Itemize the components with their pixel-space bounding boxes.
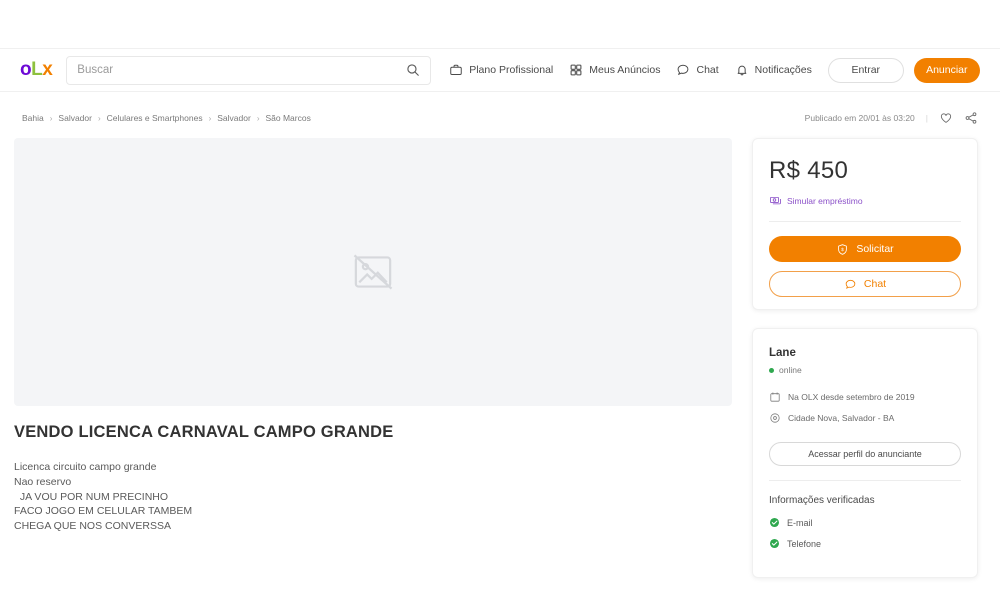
broken-image-icon xyxy=(353,254,393,290)
verified-info-title: Informações verificadas xyxy=(769,495,875,506)
olx-logo[interactable]: oLx xyxy=(20,59,53,81)
chat-bubble-icon xyxy=(845,279,856,289)
logo-letter-o: o xyxy=(20,59,32,80)
breadcrumb-item-1[interactable]: Salvador xyxy=(58,113,92,123)
meta-divider: | xyxy=(925,113,928,123)
seller-profile-button[interactable]: Acessar perfil do anunciante xyxy=(769,442,961,466)
seller-name: Lane xyxy=(769,347,796,359)
nav-item-plano-profissional[interactable]: Plano Profissional xyxy=(449,63,553,77)
nav-label: Chat xyxy=(696,64,719,76)
request-button[interactable]: $ Solicitar xyxy=(769,236,961,262)
simulate-loan-link[interactable]: Simular empréstimo xyxy=(769,194,961,207)
ad-meta: Publicado em 20/01 às 03:20 | xyxy=(805,111,978,125)
breadcrumb-separator: › xyxy=(97,113,101,123)
breadcrumb: Bahia › Salvador › Celulares e Smartphon… xyxy=(22,113,311,123)
chat-bubble-icon xyxy=(678,64,689,76)
bell-icon xyxy=(737,65,747,76)
breadcrumb-item-0[interactable]: Bahia xyxy=(22,113,44,123)
price-card-divider xyxy=(769,221,961,222)
chat-button[interactable]: Chat xyxy=(769,271,961,297)
calendar-icon xyxy=(770,392,780,402)
seller-card-divider xyxy=(769,480,961,481)
seller-location: Cidade Nova, Salvador - BA xyxy=(769,412,961,424)
verified-item-telefone: Telefone xyxy=(769,538,961,549)
nav-label: Notificações xyxy=(754,64,812,76)
search-icon[interactable] xyxy=(406,63,420,77)
verified-item-label: Telefone xyxy=(787,538,822,549)
ad-image-gallery[interactable] xyxy=(14,138,732,406)
seller-member-since: Na OLX desde setembro de 2019 xyxy=(769,391,961,403)
status-dot-icon xyxy=(769,367,774,373)
chat-button-label: Chat xyxy=(863,278,887,290)
nav-item-meus-anuncios[interactable]: Meus Anúncios xyxy=(569,63,660,77)
olx-ad-page: oLx Plano Profissional Meus A xyxy=(0,0,1000,600)
verified-item-label: E-mail xyxy=(787,517,813,528)
nav-item-chat[interactable]: Chat xyxy=(676,63,719,77)
briefcase-icon xyxy=(450,64,462,76)
breadcrumb-separator: › xyxy=(208,113,212,123)
ad-title: VENDO LICENCA CARNAVAL CAMPO GRANDE xyxy=(14,423,394,441)
share-icon xyxy=(965,112,977,124)
seller-status-label: online xyxy=(779,365,802,375)
nav-label: Meus Anúncios xyxy=(589,64,661,76)
nav-label: Plano Profissional xyxy=(469,64,554,76)
verified-item-email: E-mail xyxy=(769,517,961,528)
publish-ad-button[interactable]: Anunciar xyxy=(913,57,980,83)
location-label: Cidade Nova, Salvador - BA xyxy=(788,413,895,423)
money-icon xyxy=(770,196,781,205)
logo-letter-l: L xyxy=(31,59,43,80)
logo-letter-x: x xyxy=(42,59,53,80)
heart-icon xyxy=(940,113,952,123)
breadcrumb-separator: › xyxy=(256,113,260,123)
price-card: R$ 450 Simular empréstimo $ Solicitar Ch… xyxy=(752,138,978,310)
site-header: oLx Plano Profissional Meus A xyxy=(0,48,1000,92)
share-button[interactable] xyxy=(964,111,978,125)
breadcrumb-item-3[interactable]: Salvador xyxy=(217,113,251,123)
shield-dollar-icon: $ xyxy=(838,243,848,255)
svg-text:$: $ xyxy=(841,247,844,253)
seller-status: online xyxy=(769,365,961,375)
breadcrumb-row: Bahia › Salvador › Celulares e Smartphon… xyxy=(0,108,1000,128)
login-button[interactable]: Entrar xyxy=(827,57,904,83)
check-circle-icon xyxy=(769,538,780,549)
breadcrumb-item-4[interactable]: São Marcos xyxy=(265,113,310,123)
simulate-loan-label: Simular empréstimo xyxy=(787,195,863,206)
seller-card: Lane online Na OLX desde setembro de 201… xyxy=(752,328,978,578)
breadcrumb-separator: › xyxy=(49,113,53,123)
nav-item-notificacoes[interactable]: Notificações xyxy=(735,63,812,77)
published-date: Publicado em 20/01 às 03:20 xyxy=(804,113,915,123)
ad-price: R$ 450 xyxy=(769,157,849,184)
ad-description: Licenca circuito campo grande Nao reserv… xyxy=(14,461,193,533)
grid-icon xyxy=(570,64,582,76)
search-box[interactable] xyxy=(66,55,432,85)
breadcrumb-item-2[interactable]: Celulares e Smartphones xyxy=(107,113,203,123)
member-since-label: Na OLX desde setembro de 2019 xyxy=(788,392,915,402)
header-nav: Plano Profissional Meus Anúncios Chat No… xyxy=(449,63,812,77)
request-button-label: Solicitar xyxy=(856,243,894,255)
search-input[interactable] xyxy=(77,64,407,76)
favorite-button[interactable] xyxy=(939,111,953,125)
check-circle-icon xyxy=(769,517,780,528)
map-pin-icon xyxy=(770,413,780,423)
